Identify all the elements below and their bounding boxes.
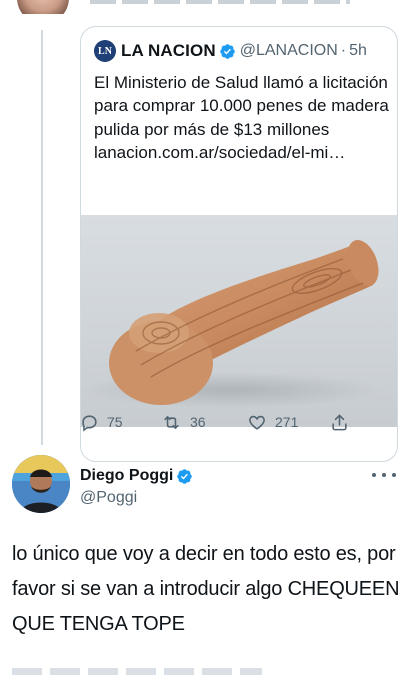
reply-icon [82, 414, 97, 432]
author-avatar[interactable] [12, 455, 70, 513]
metadata-text-fragment [12, 668, 262, 675]
share-icon [332, 414, 347, 430]
quoted-tweet-action-bar: 75 36 271 [80, 410, 398, 434]
la-nacion-logo-icon[interactable]: LN [94, 40, 116, 62]
previous-avatar[interactable] [17, 0, 69, 14]
previous-tweet-fragment [0, 0, 416, 14]
reply-count: 75 [107, 414, 123, 430]
thread-connector-line [41, 30, 43, 445]
quoted-author-name[interactable]: LA NACION [121, 41, 216, 61]
avatar-photo [12, 455, 70, 513]
retweet-button[interactable]: 36 [161, 410, 206, 434]
quoted-author-handle[interactable]: @LANACION [240, 42, 338, 60]
reply-button[interactable]: 75 [80, 410, 123, 434]
heart-icon [249, 415, 265, 430]
quoted-tweet-time[interactable]: 5h [349, 42, 367, 60]
dot [372, 473, 376, 477]
retweet-icon [164, 415, 179, 429]
tweet-text: lo único que voy a decir en todo esto es… [12, 543, 400, 635]
author-name-row: Diego Poggi [80, 467, 193, 485]
quoted-tweet-card[interactable]: LN LA NACION @LANACION · 5h El Ministeri… [80, 26, 398, 462]
quoted-tweet-header: LN LA NACION @LANACION · 5h [94, 40, 367, 62]
like-count: 271 [275, 414, 299, 430]
author-handle[interactable]: @Poggi [80, 489, 137, 507]
quoted-tweet-text: El Ministerio de Salud llamó a licitació… [94, 73, 389, 162]
wooden-object-photo [81, 239, 381, 408]
retweet-count: 36 [190, 414, 206, 430]
separator-dot: · [340, 42, 347, 59]
previous-tweet-text-fragment [90, 0, 350, 4]
tweet-metadata-fragment [0, 666, 416, 675]
verified-badge-icon [219, 43, 235, 59]
share-button[interactable] [330, 410, 357, 434]
dot [382, 473, 386, 477]
like-button[interactable]: 271 [247, 410, 298, 434]
verified-badge-icon [177, 468, 193, 484]
author-name[interactable]: Diego Poggi [80, 467, 173, 485]
quoted-tweet-image[interactable] [81, 215, 397, 427]
dot [392, 473, 396, 477]
more-dots-icon[interactable] [372, 470, 396, 480]
